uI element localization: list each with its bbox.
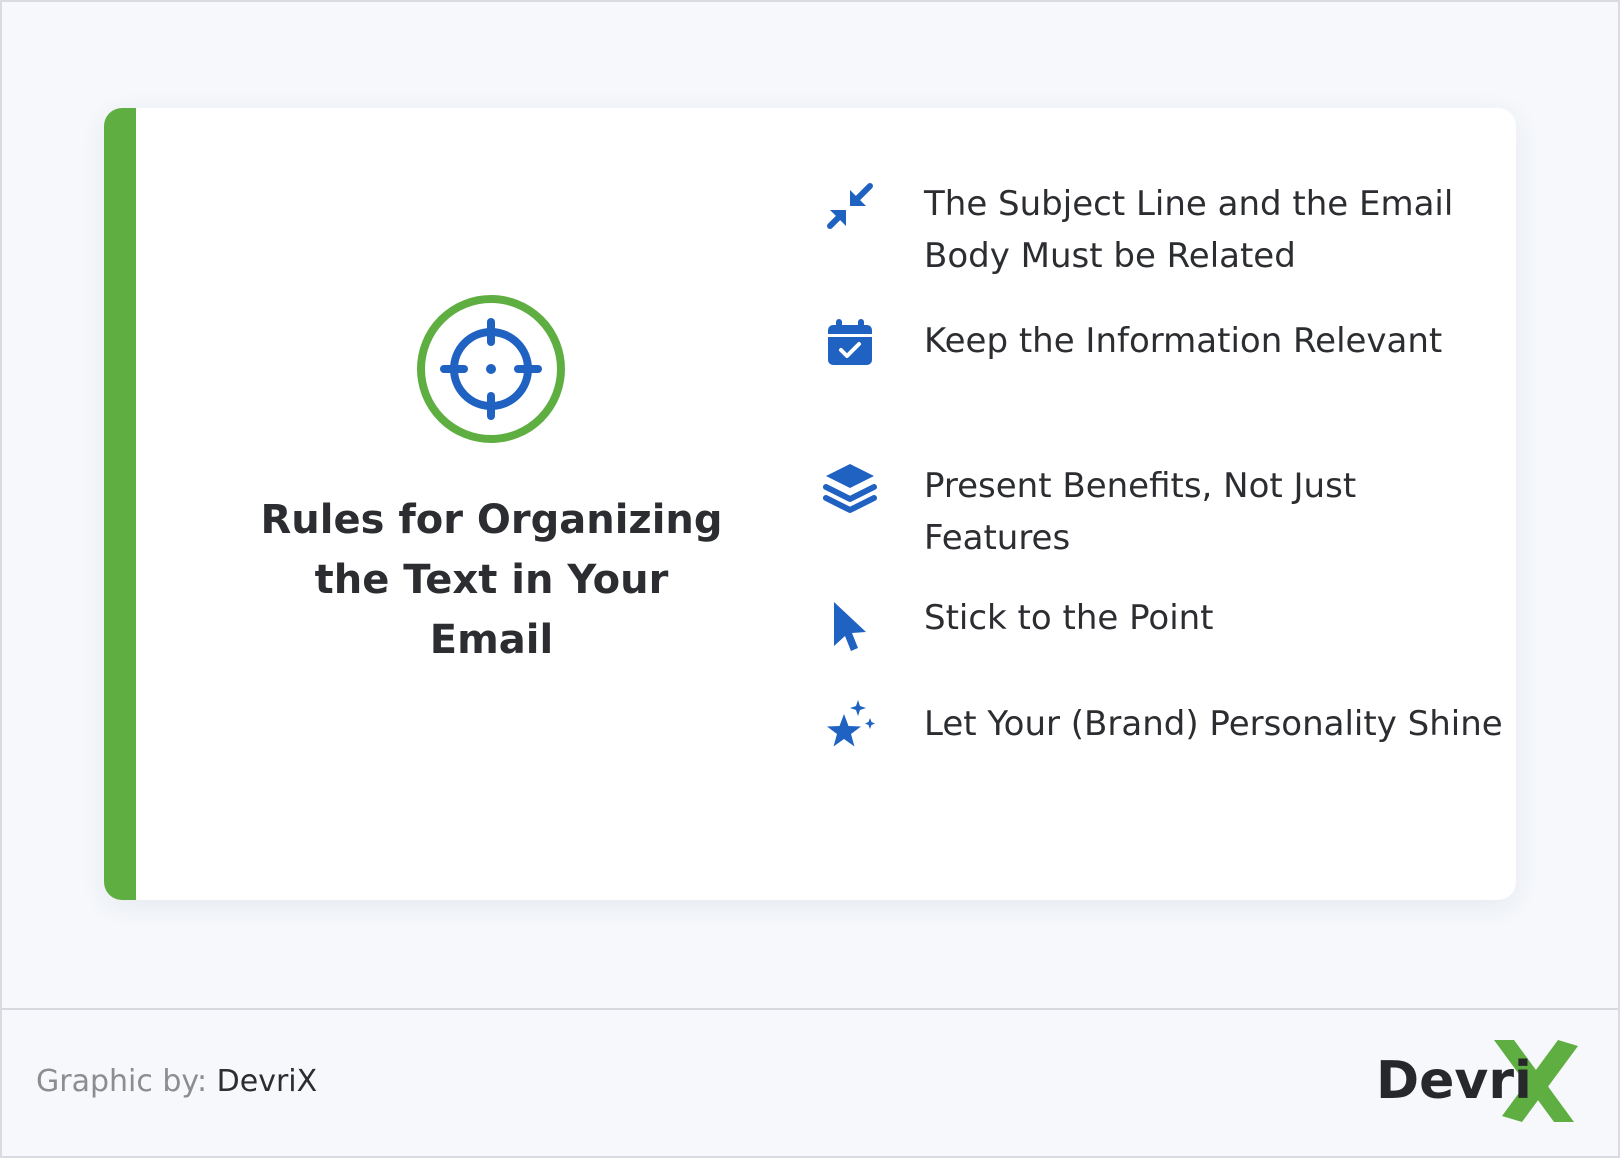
rule-text: The Subject Line and the Email Body Must… <box>924 184 1454 276</box>
devrix-logo: Devri <box>1376 1040 1586 1122</box>
graphic-credit: Graphic by: DevriX <box>36 1062 317 1102</box>
rules-card: Rules for Organizing the Text in Your Em… <box>104 108 1516 900</box>
credit-brand: DevriX <box>216 1064 318 1099</box>
credit-label: Graphic by: <box>36 1064 208 1099</box>
logo-wordmark: Devri <box>1376 1051 1532 1111</box>
cursor-pointer-icon <box>834 602 866 651</box>
card-title: Rules for Organizing the Text in Your Em… <box>260 497 723 663</box>
crosshair-target-icon <box>417 295 565 443</box>
arrows-collapse-icon <box>827 183 873 229</box>
footer-divider <box>2 1008 1618 1010</box>
sparkle-star-icon <box>827 700 875 747</box>
card-accent-bar <box>104 108 136 900</box>
rule-text: Let Your (Brand) Personality Shine <box>924 704 1503 744</box>
rule-text: Keep the Information Relevant <box>924 321 1443 361</box>
rule-text: Stick to the Point <box>924 598 1214 638</box>
calendar-check-icon <box>828 319 872 365</box>
layers-stack-icon <box>823 464 877 513</box>
rule-text: Present Benefits, Not Just Features <box>924 466 1357 558</box>
